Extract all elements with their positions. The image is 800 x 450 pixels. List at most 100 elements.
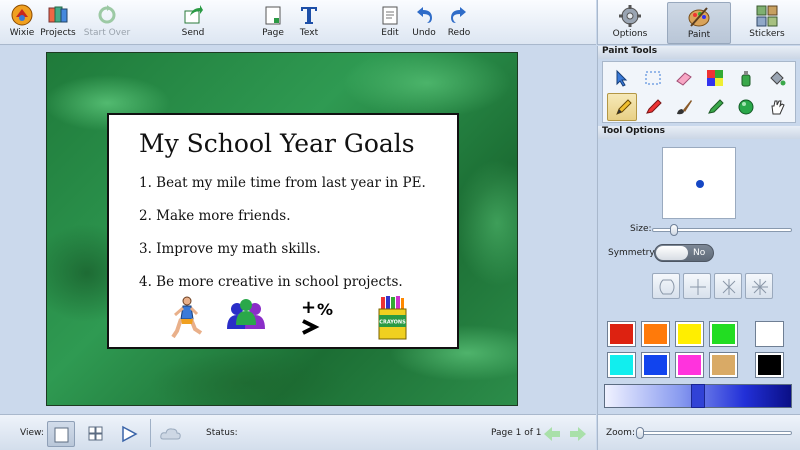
color-swatch[interactable] xyxy=(709,352,738,378)
paintbrush-icon xyxy=(677,100,692,115)
color-swatch[interactable] xyxy=(755,352,784,378)
color-swatch[interactable] xyxy=(675,321,704,347)
tool-brush[interactable] xyxy=(669,93,699,121)
redo-icon xyxy=(451,7,466,23)
send-icon xyxy=(184,5,203,24)
crayons-box-icon[interactable]: CRAYONS xyxy=(371,295,413,341)
status-label: Status: xyxy=(206,428,238,438)
color-swatch[interactable] xyxy=(641,321,670,347)
paint-panel: Paint Tools Tool Options Size: Symmetry:… xyxy=(597,46,800,414)
symmetry-cross-button[interactable] xyxy=(683,273,711,299)
start-over-button[interactable]: Start Over xyxy=(82,4,132,44)
color-shade-slider[interactable] xyxy=(604,384,792,408)
tool-pencil[interactable] xyxy=(607,93,637,121)
radial-symmetry-icon xyxy=(752,279,768,295)
tool-color-picker[interactable] xyxy=(700,64,730,92)
panel-tabs: Options Paint Stickers xyxy=(597,0,800,45)
color-swatch[interactable] xyxy=(709,321,738,347)
tool-fill[interactable] xyxy=(762,64,792,92)
math-symbols-icon[interactable]: + % xyxy=(297,295,339,341)
send-button[interactable]: Send xyxy=(171,4,215,44)
tool-spray[interactable] xyxy=(731,64,761,92)
tab-stickers-label: Stickers xyxy=(749,29,785,39)
wixie-logo-icon xyxy=(11,4,33,26)
symmetry-none-button[interactable] xyxy=(652,273,680,299)
color-swatch[interactable] xyxy=(607,321,636,347)
vertical-horizontal-symmetry-icon xyxy=(690,279,706,295)
size-label: Size: xyxy=(630,224,652,234)
edit-icon xyxy=(382,6,398,25)
tab-paint[interactable]: Paint xyxy=(667,2,731,44)
eraser-icon xyxy=(676,72,692,86)
brush-preview-dot xyxy=(696,180,704,188)
paint-tools-grid xyxy=(602,61,796,123)
page-icon xyxy=(265,6,281,25)
people-group-icon[interactable] xyxy=(225,295,267,341)
canvas-area[interactable]: My School Year Goals 1. Beat my mile tim… xyxy=(0,46,596,414)
previous-page-button[interactable] xyxy=(540,421,564,447)
tool-select[interactable] xyxy=(607,64,637,92)
symmetry-toggle[interactable]: No xyxy=(654,244,714,262)
goal-item-1[interactable]: 1. Beat my mile time from last year in P… xyxy=(139,175,426,191)
bottom-bar: View: Status: Page 1 of 1 xyxy=(0,414,596,450)
projects-label: Projects xyxy=(40,28,76,38)
text-icon xyxy=(301,7,317,24)
grid-view-button[interactable] xyxy=(82,421,110,447)
projects-button[interactable]: Projects xyxy=(36,4,80,44)
tool-stamp[interactable] xyxy=(731,93,761,121)
goals-card[interactable]: My School Year Goals 1. Beat my mile tim… xyxy=(107,113,459,349)
color-swatch[interactable] xyxy=(675,352,704,378)
redo-button[interactable]: Redo xyxy=(437,4,481,44)
zoom-label: Zoom: xyxy=(606,428,635,438)
runner-icon[interactable] xyxy=(165,295,207,341)
tab-options[interactable]: Options xyxy=(598,2,662,44)
size-slider-thumb[interactable] xyxy=(670,224,678,236)
tool-marquee[interactable] xyxy=(638,64,668,92)
brush-preview xyxy=(662,147,736,219)
undo-icon xyxy=(417,7,432,23)
goal-item-4[interactable]: 4. Be more creative in school projects. xyxy=(139,274,403,290)
play-button[interactable] xyxy=(115,421,143,447)
tool-hand[interactable] xyxy=(762,93,792,121)
redo-label: Redo xyxy=(447,28,471,38)
text-label: Text xyxy=(299,28,319,38)
document-page[interactable]: My School Year Goals 1. Beat my mile tim… xyxy=(46,52,518,406)
tool-highlighter[interactable] xyxy=(700,93,730,121)
tool-eraser[interactable] xyxy=(669,64,699,92)
toolbar-divider xyxy=(150,419,151,447)
goal-item-2[interactable]: 2. Make more friends. xyxy=(139,208,290,224)
tab-stickers[interactable]: Stickers xyxy=(735,2,799,44)
four-way-symmetry-icon xyxy=(722,279,736,295)
symmetry-toggle-knob xyxy=(656,246,688,260)
symmetry-four-way-button[interactable] xyxy=(714,273,742,299)
symmetry-radial-button[interactable] xyxy=(745,273,773,299)
color-swatch[interactable] xyxy=(641,352,670,378)
goal-item-3[interactable]: 3. Improve my math skills. xyxy=(139,241,321,257)
spray-can-icon xyxy=(741,71,751,87)
main-toolbar: Wixie Projects Start Over Send Page Text… xyxy=(0,0,596,45)
highlighter-icon xyxy=(708,99,724,114)
color-swatch[interactable] xyxy=(607,352,636,378)
document-title[interactable]: My School Year Goals xyxy=(139,129,415,158)
zoom-slider-thumb[interactable] xyxy=(636,427,644,439)
send-label: Send xyxy=(181,28,205,38)
stickers-icon xyxy=(756,5,778,27)
view-label: View: xyxy=(20,428,44,438)
ball-stamp-icon xyxy=(738,99,754,115)
gear-icon xyxy=(619,5,641,27)
color-swatch[interactable] xyxy=(755,321,784,347)
single-page-view-button[interactable] xyxy=(47,421,75,447)
grid-view-icon xyxy=(88,426,103,441)
tab-paint-label: Paint xyxy=(687,30,711,40)
next-page-button[interactable] xyxy=(566,421,590,447)
crayons-box-label: CRAYONS xyxy=(379,320,406,326)
cloud-button[interactable] xyxy=(157,421,185,447)
tool-marker[interactable] xyxy=(638,93,668,121)
zoom-slider[interactable] xyxy=(638,431,792,435)
color-shade-marker[interactable] xyxy=(691,384,705,408)
paint-bucket-icon xyxy=(770,71,786,86)
page-indicator: Page 1 of 1 xyxy=(491,428,542,438)
marquee-select-icon xyxy=(645,71,661,85)
text-button[interactable]: Text xyxy=(287,4,331,44)
start-over-label: Start Over xyxy=(83,28,131,38)
